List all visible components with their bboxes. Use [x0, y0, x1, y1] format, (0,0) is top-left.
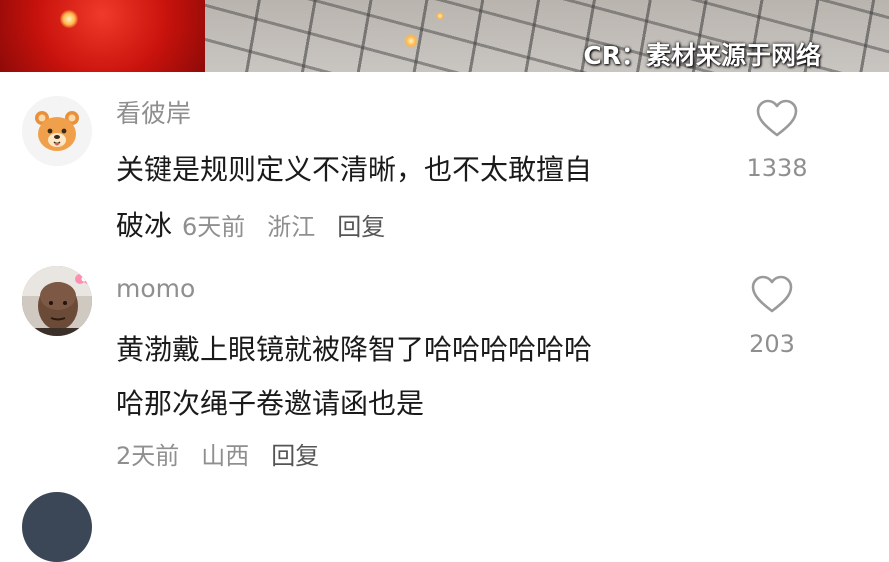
comment-item: 看彼岸 关键是规则定义不清晰，也不太敢擅自 破冰 6天前 浙江 回复 1338 [0, 72, 889, 252]
avatar[interactable] [22, 492, 92, 562]
heart-icon[interactable] [750, 274, 794, 314]
comment-username[interactable]: momo [116, 274, 195, 303]
comment-text-line: 关键是规则定义不清晰，也不太敢擅自 [116, 153, 593, 186]
comment-text-continuation: 破冰 [116, 209, 173, 242]
sparkle-icon [404, 34, 418, 48]
comment-username[interactable]: 看彼岸 [116, 94, 191, 130]
comment-text-line: 黄渤戴上眼镜就被降智了哈哈哈哈哈哈 [116, 333, 593, 366]
reply-button[interactable]: 回复 [337, 213, 385, 241]
comment-item: momo 黄渤戴上眼镜就被降智了哈哈哈哈哈哈 哈那次绳子卷邀请函也是 2天前 山西… [0, 252, 889, 492]
comment-time: 6天前 [182, 213, 246, 241]
avatar[interactable] [22, 266, 92, 336]
like-count: 1338 [746, 154, 808, 182]
sparkle-icon [436, 12, 444, 20]
video-red-panel [0, 0, 205, 72]
avatar[interactable] [22, 96, 92, 166]
comment-meta: 2天前 山西 回复 [116, 436, 319, 471]
video-credit-caption: CR：素材来源于网络 [583, 41, 821, 70]
comment-location: 浙江 [267, 213, 316, 241]
reply-button[interactable]: 回复 [271, 442, 319, 470]
sparkle-icon [60, 10, 78, 28]
person-photo-avatar-icon [22, 266, 92, 336]
bear-avatar-icon [22, 96, 92, 166]
comment-text-line: 破冰 6天前 浙江 回复 [116, 204, 385, 244]
comment-text-line: 哈那次绳子卷邀请函也是 [116, 387, 425, 420]
like-count: 203 [749, 330, 795, 358]
video-preview[interactable]: CR：素材来源于网络 [0, 0, 889, 72]
comment-location: 山西 [201, 442, 250, 470]
comment-time: 2天前 [116, 442, 180, 470]
heart-icon[interactable] [755, 98, 799, 138]
